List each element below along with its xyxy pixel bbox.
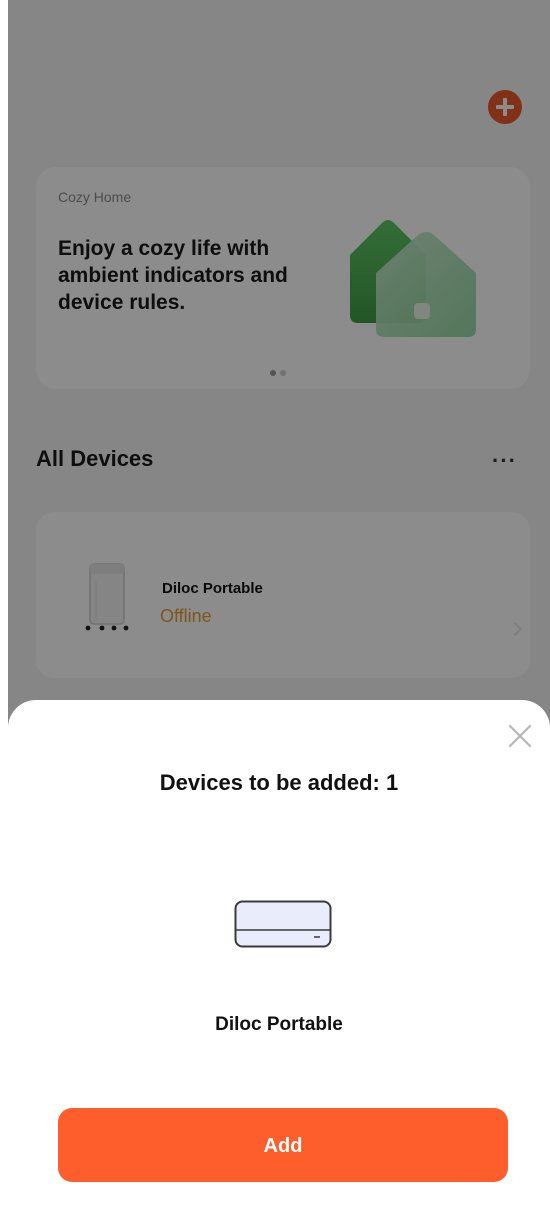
- close-icon[interactable]: [508, 724, 532, 748]
- add-device-sheet: Devices to be added: 1 Diloc Portable Ad…: [8, 700, 550, 1211]
- new-device-name: Diloc Portable: [215, 1014, 343, 1035]
- device-icon: [234, 900, 332, 948]
- sheet-title: Devices to be added: 1: [159, 770, 399, 795]
- add-button[interactable]: Add: [58, 1108, 508, 1182]
- app-screen: Cozy Home Enjoy a cozy life with ambient…: [8, 0, 550, 1211]
